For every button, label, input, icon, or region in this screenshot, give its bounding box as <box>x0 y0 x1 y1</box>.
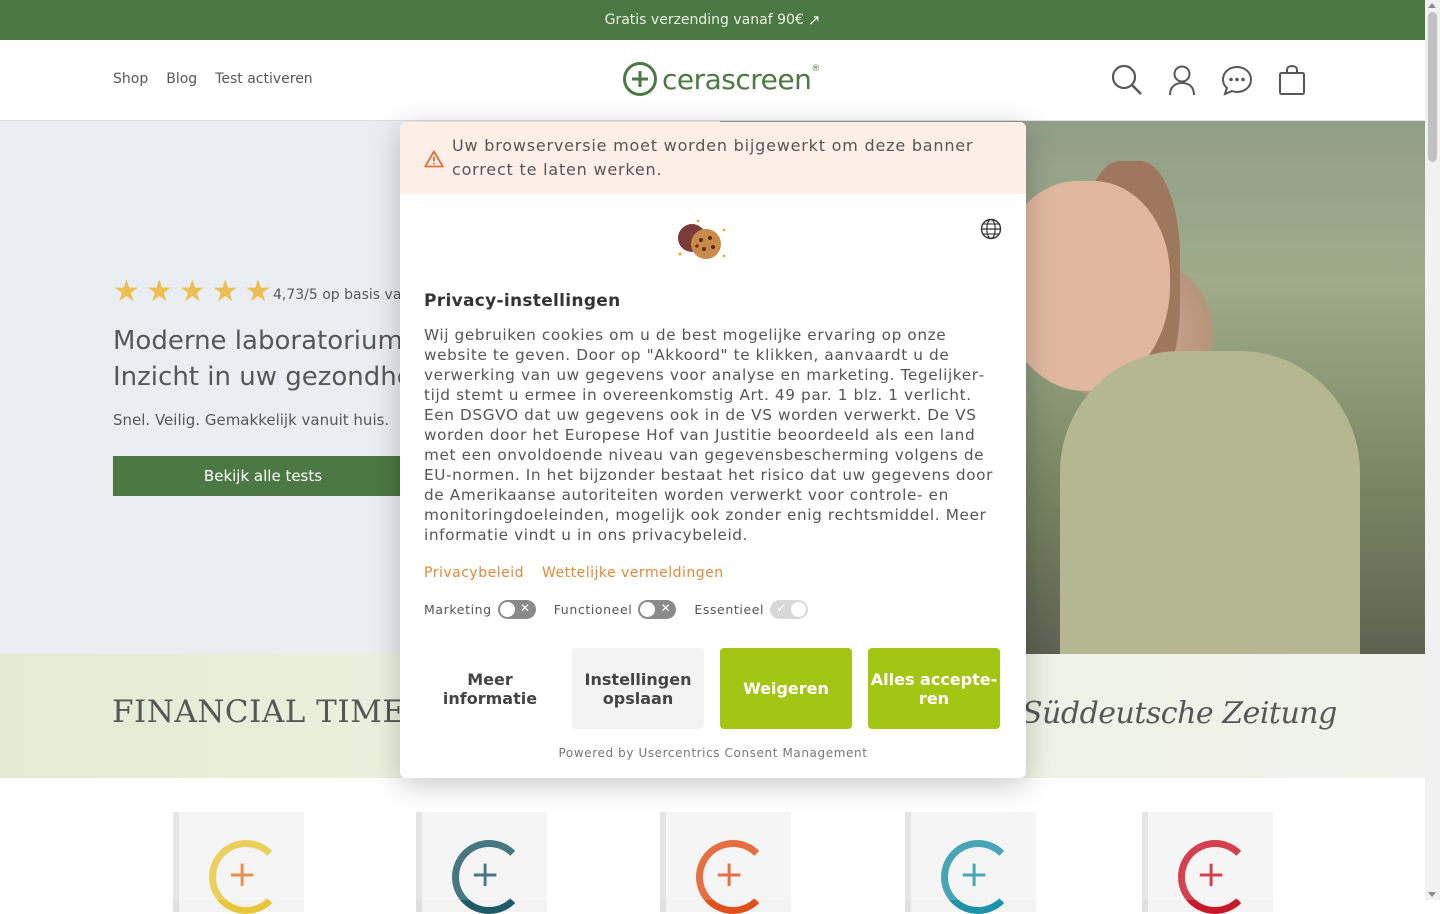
toggle-label-essential: Essentieel <box>694 602 765 617</box>
privacy-consent-dialog: Uw browserversie moet worden bijgewerkt … <box>400 122 1026 778</box>
cookie-icon <box>678 219 726 259</box>
privacy-policy-link[interactable]: Privacybeleid <box>424 565 524 581</box>
reject-button[interactable]: Weigeren <box>720 648 852 729</box>
scrollbar-thumb[interactable] <box>1428 12 1437 162</box>
toggle-label-marketing: Marketing <box>424 602 492 617</box>
dialog-description: Wij gebruiken cookies om u de best mogel… <box>424 326 994 544</box>
consent-toggles: Marketing ✕ Functioneel ✕ Essentieel ✓ <box>424 600 826 619</box>
save-settings-button[interactable]: Instellin­gen opslaan <box>572 648 704 729</box>
dialog-title: Privacy-instellingen <box>424 291 621 311</box>
toggle-label-functional: Functioneel <box>553 602 633 617</box>
functional-toggle[interactable]: ✕ <box>638 600 677 619</box>
scroll-down-arrow-icon[interactable] <box>1428 892 1436 897</box>
browser-warning-text: Uw browserversie moet worden bijgewerkt … <box>452 136 974 179</box>
marketing-toggle[interactable]: ✕ <box>497 600 536 619</box>
toggle-off-icon: ✕ <box>660 601 672 615</box>
dialog-links: Privacybeleid Wettelijke vermeldingen <box>424 565 724 581</box>
language-globe-icon[interactable] <box>980 218 1002 240</box>
toggle-off-icon: ✕ <box>520 601 531 615</box>
check-icon: ✓ <box>776 601 787 615</box>
powered-by-text: Powered by Usercentrics Consent Manageme… <box>558 746 868 760</box>
legal-notice-link[interactable]: Wettelijke vermeldingen <box>542 565 724 581</box>
warning-icon <box>424 150 444 168</box>
page-scrollbar[interactable] <box>1425 0 1440 900</box>
essential-toggle: ✓ <box>770 600 809 619</box>
accept-all-button[interactable]: Alles accepte­ren <box>868 648 1000 729</box>
browser-warning-banner: Uw browserversie moet worden bijgewerkt … <box>400 122 1026 194</box>
scroll-up-arrow-icon[interactable] <box>1428 3 1436 8</box>
more-information-button[interactable]: Meer informatie <box>424 648 556 729</box>
